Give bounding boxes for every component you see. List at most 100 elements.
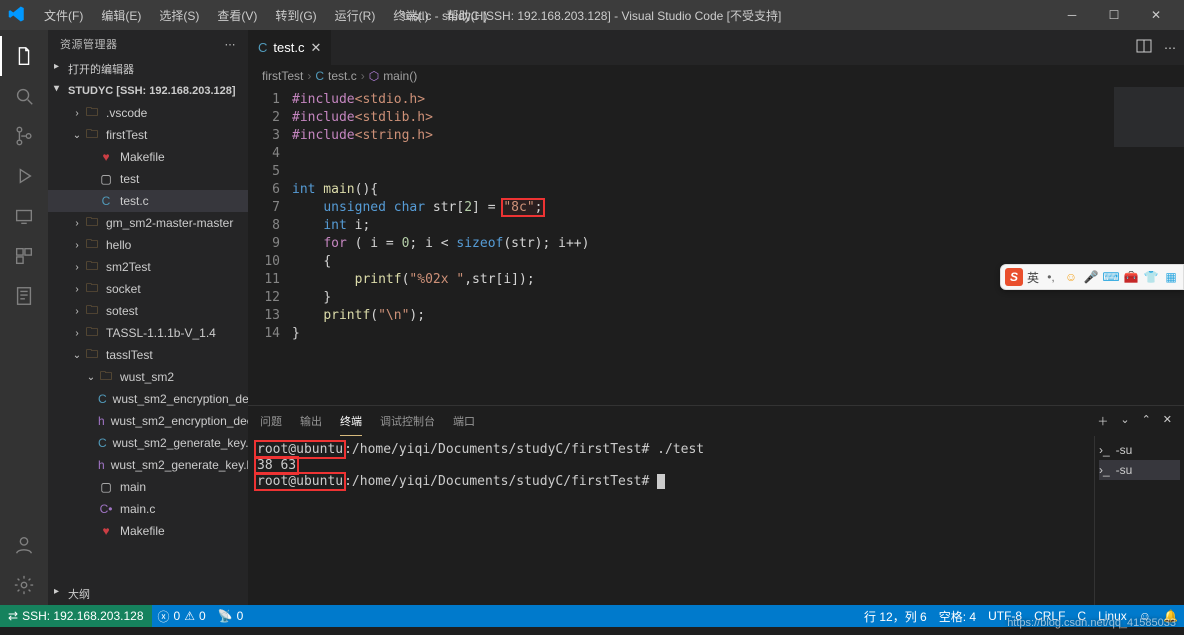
activity-explorer[interactable]: [0, 36, 48, 76]
tree-label: test.c: [120, 194, 149, 208]
tree-item[interactable]: ♥Makefile: [48, 520, 248, 542]
tree-item[interactable]: ›🗀sm2Test: [48, 256, 248, 278]
folder-root[interactable]: STUDYC [SSH: 192.168.203.128]: [48, 80, 248, 102]
tree-label: wust_sm2_encryption_decryption.h: [111, 414, 248, 428]
tree-label: Makefile: [120, 524, 165, 538]
tree-item[interactable]: Cwust_sm2_encryption_decryption.c: [48, 388, 248, 410]
activity-extensions[interactable]: [0, 236, 48, 276]
status-ports[interactable]: 📡0: [218, 609, 244, 623]
panel-tab-debug[interactable]: 调试控制台: [380, 407, 435, 435]
tree-item[interactable]: C•main.c: [48, 498, 248, 520]
ime-toolbox-icon[interactable]: 🧰: [1123, 269, 1139, 285]
panel-tab-terminal[interactable]: 终端: [340, 407, 362, 436]
terminal-item[interactable]: ›_-su: [1099, 440, 1180, 460]
terminal-icon: ›_: [1099, 463, 1110, 477]
terminal-dropdown-icon[interactable]: ⌄: [1120, 413, 1129, 429]
tree-label: test: [120, 172, 139, 186]
editor-more-icon[interactable]: ⋯: [1164, 41, 1176, 55]
tree-item[interactable]: ⌄🗀firstTest: [48, 124, 248, 146]
activity-remote[interactable]: [0, 196, 48, 236]
tree-item[interactable]: ›🗀hello: [48, 234, 248, 256]
line-gutter: 1234567891011121314: [248, 87, 292, 405]
sidebar-more-icon[interactable]: ⋯: [225, 38, 237, 51]
remote-icon: ⇄: [8, 609, 18, 623]
ime-lang-label[interactable]: 英: [1027, 269, 1039, 286]
menu-terminal[interactable]: 终端(I): [385, 3, 436, 28]
code-content[interactable]: #include<stdio.h> #include<stdlib.h> #in…: [292, 87, 589, 405]
menu-select[interactable]: 选择(S): [151, 3, 207, 28]
tree-item[interactable]: ▢test: [48, 168, 248, 190]
ime-toolbar[interactable]: S 英 •, ☺ 🎤 ⌨ 🧰 👕 ▦: [1000, 264, 1184, 290]
menu-run[interactable]: 运行(R): [327, 3, 384, 28]
ime-keyboard-icon[interactable]: ⌨: [1103, 269, 1119, 285]
split-editor-icon[interactable]: [1136, 38, 1152, 57]
terminal[interactable]: root@ubuntu:/home/yiqi/Documents/studyC/…: [248, 436, 1094, 605]
panel-tab-output[interactable]: 输出: [300, 407, 322, 435]
maximize-button[interactable]: ☐: [1094, 0, 1134, 30]
panel-tab-problems[interactable]: 问题: [260, 407, 282, 435]
activity-test[interactable]: [0, 276, 48, 316]
tree-item[interactable]: hwust_sm2_generate_key.h: [48, 454, 248, 476]
minimap[interactable]: [1114, 87, 1184, 147]
tree-item[interactable]: ›🗀TASSL-1.1.1b-V_1.4: [48, 322, 248, 344]
terminal-icon: ›_: [1099, 443, 1110, 457]
tree-item[interactable]: Ctest.c: [48, 190, 248, 212]
ime-skin-icon[interactable]: 👕: [1143, 269, 1159, 285]
breadcrumb-file[interactable]: test.c: [328, 69, 357, 83]
new-terminal-icon[interactable]: ＋: [1097, 413, 1108, 429]
tree-item[interactable]: ♥Makefile: [48, 146, 248, 168]
panel-tab-ports[interactable]: 端口: [453, 407, 475, 435]
tree-item[interactable]: ›🗀socket: [48, 278, 248, 300]
breadcrumb-symbol[interactable]: main(): [383, 69, 417, 83]
activity-search[interactable]: [0, 76, 48, 116]
close-button[interactable]: ✕: [1136, 0, 1176, 30]
tab-test-c[interactable]: C test.c ✕: [248, 30, 332, 65]
remote-indicator[interactable]: ⇄ SSH: 192.168.203.128: [0, 605, 152, 627]
menu-bar: 文件(F) 编辑(E) 选择(S) 查看(V) 转到(G) 运行(R) 终端(I…: [36, 3, 495, 28]
status-problems[interactable]: ⓧ0 ⚠0: [158, 608, 206, 625]
menu-goto[interactable]: 转到(G): [267, 3, 324, 28]
ime-emoji-icon[interactable]: ☺: [1063, 269, 1079, 285]
menu-help[interactable]: 帮助(H): [439, 3, 496, 28]
status-spaces[interactable]: 空格: 4: [939, 608, 976, 625]
minimize-button[interactable]: ─: [1052, 0, 1092, 30]
warning-icon: ⚠: [184, 609, 195, 623]
tree-item[interactable]: ›🗀sotest: [48, 300, 248, 322]
activity-settings[interactable]: [0, 565, 48, 605]
ime-mic-icon[interactable]: 🎤: [1083, 269, 1099, 285]
tab-label: test.c: [273, 40, 304, 55]
tab-close-icon[interactable]: ✕: [310, 40, 321, 56]
maximize-panel-icon[interactable]: ⌃: [1142, 413, 1151, 429]
menu-view[interactable]: 查看(V): [209, 3, 265, 28]
menu-file[interactable]: 文件(F): [36, 3, 91, 28]
c-file-icon: C: [258, 40, 267, 55]
breadcrumb-folder[interactable]: firstTest: [262, 69, 303, 83]
file-tree[interactable]: ›🗀.vscode⌄🗀firstTest♥Makefile▢testCtest.…: [48, 102, 248, 583]
tree-item[interactable]: ›🗀gm_sm2-master-master: [48, 212, 248, 234]
ime-grid-icon[interactable]: ▦: [1163, 269, 1179, 285]
status-lncol[interactable]: 行 12，列 6: [864, 608, 927, 625]
tree-item[interactable]: ⌄🗀tasslTest: [48, 344, 248, 366]
tree-label: wust_sm2_encryption_decryption.c: [113, 392, 248, 406]
open-editors-section[interactable]: 打开的编辑器: [48, 58, 248, 80]
tree-item[interactable]: ▢main: [48, 476, 248, 498]
editor-tabs: C test.c ✕ ⋯: [248, 30, 1184, 65]
tree-item[interactable]: Cwust_sm2_generate_key.c: [48, 432, 248, 454]
menu-edit[interactable]: 编辑(E): [93, 3, 149, 28]
activity-debug[interactable]: [0, 156, 48, 196]
outline-section[interactable]: 大纲: [48, 583, 248, 605]
tree-item[interactable]: ⌄🗀wust_sm2: [48, 366, 248, 388]
bottom-panel: 问题 输出 终端 调试控制台 端口 ＋ ⌄ ⌃ ✕ root@ubuntu:/h…: [248, 405, 1184, 605]
breadcrumb[interactable]: firstTest › C test.c › ⬡ main(): [248, 65, 1184, 87]
tree-label: wust_sm2_generate_key.c: [113, 436, 248, 450]
activity-scm[interactable]: [0, 116, 48, 156]
activity-account[interactable]: [0, 525, 48, 565]
tree-item[interactable]: ›🗀.vscode: [48, 102, 248, 124]
tree-item[interactable]: hwust_sm2_encryption_decryption.h: [48, 410, 248, 432]
code-editor[interactable]: 1234567891011121314 #include<stdio.h> #i…: [248, 87, 1184, 405]
close-panel-icon[interactable]: ✕: [1163, 413, 1172, 429]
tree-label: .vscode: [106, 106, 147, 120]
terminal-item[interactable]: ›_-su: [1099, 460, 1180, 480]
tree-label: main: [120, 480, 146, 494]
ime-punct-icon[interactable]: •,: [1043, 269, 1059, 285]
